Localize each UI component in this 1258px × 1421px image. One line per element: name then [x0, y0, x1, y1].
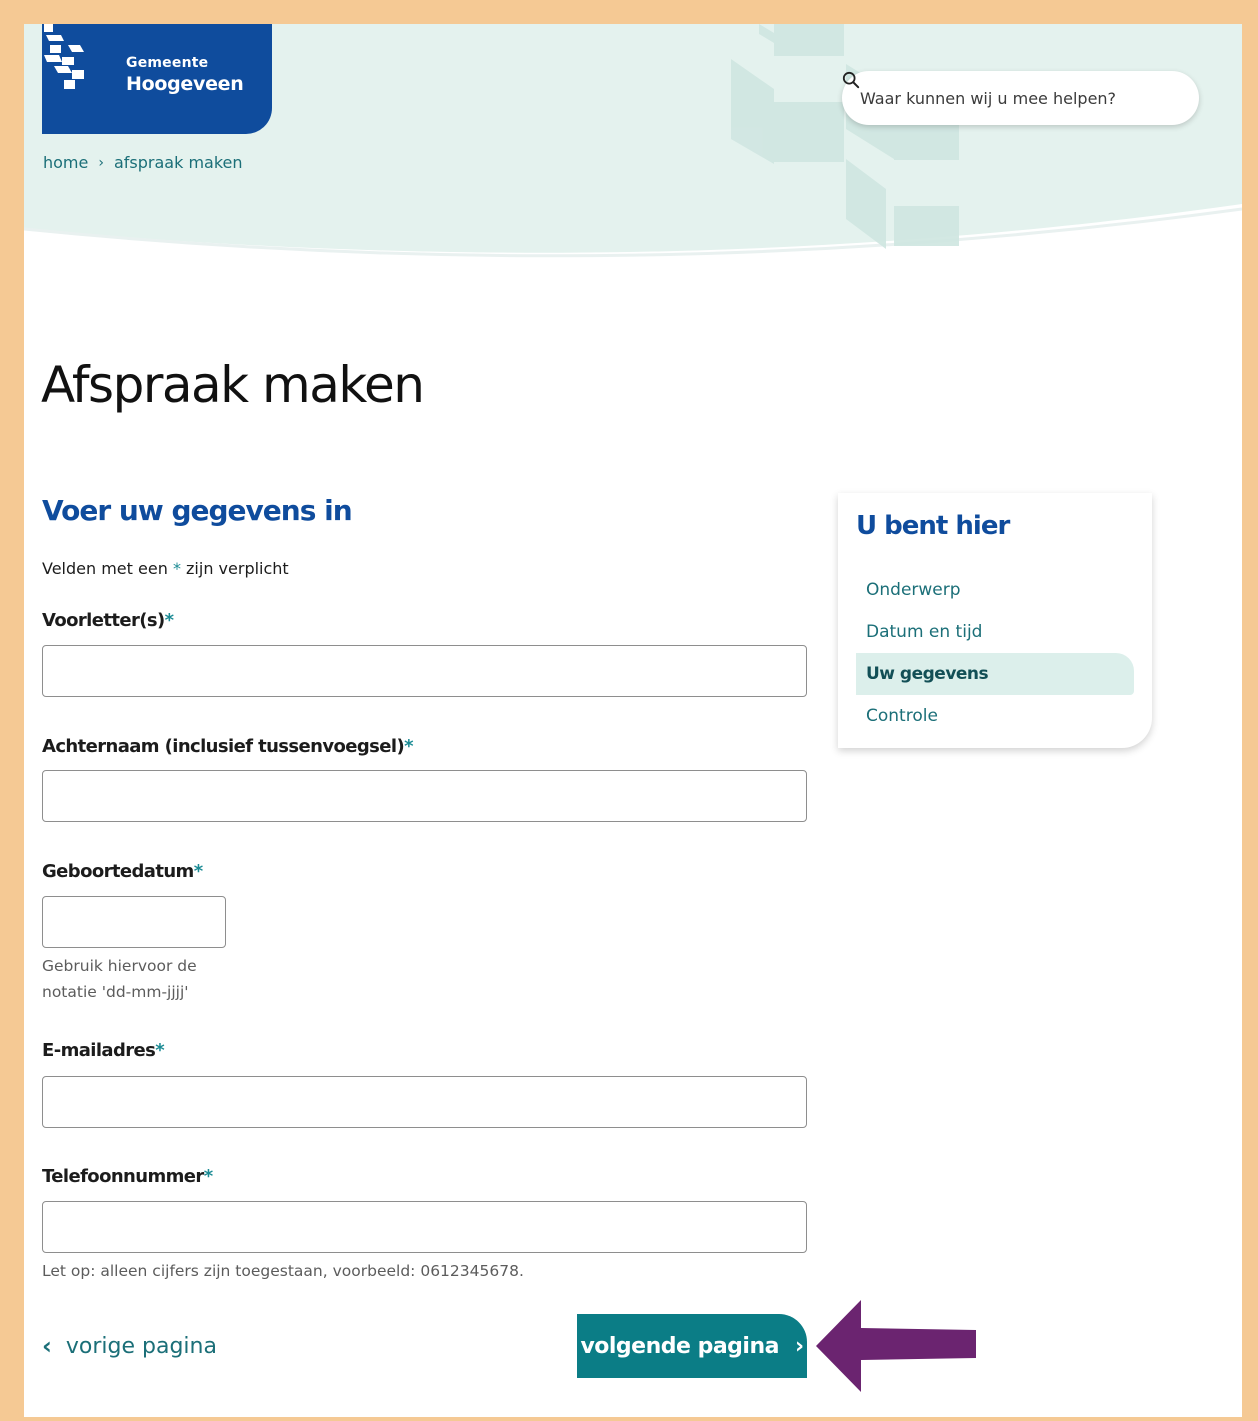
chevron-right-icon: ›: [794, 1333, 804, 1359]
phone-label-text: Telefoonnummer: [42, 1166, 204, 1187]
chevron-left-icon: ‹: [42, 1332, 52, 1360]
brand-line-1: Gemeente: [126, 55, 209, 71]
email-label-text: E-mailadres: [42, 1040, 156, 1061]
previous-page-label: vorige pagina: [65, 1333, 217, 1359]
next-page-button[interactable]: volgende pagina ›: [577, 1314, 807, 1378]
surname-label: Achternaam (inclusief tussenvoegsel)*: [42, 736, 413, 757]
search-placeholder: Waar kunnen wij u mee helpen?: [860, 88, 1117, 108]
previous-page-link[interactable]: ‹ vorige pagina: [42, 1332, 217, 1360]
surname-field[interactable]: [42, 770, 807, 822]
initials-label: Voorletter(s)*: [42, 610, 174, 631]
search-input[interactable]: Waar kunnen wij u mee helpen?: [842, 71, 1199, 125]
page-title: Afspraak maken: [41, 356, 425, 414]
search-icon: [842, 71, 860, 89]
surname-label-text: Achternaam (inclusief tussenvoegsel): [42, 736, 405, 757]
phone-required-star: *: [203, 1166, 213, 1187]
breadcrumb-home[interactable]: home: [43, 153, 88, 172]
phone-field[interactable]: [42, 1201, 807, 1253]
required-note: Velden met een * zijn verplicht: [42, 559, 289, 578]
required-note-suffix: zijn verplicht: [186, 559, 289, 578]
email-field[interactable]: [42, 1076, 807, 1128]
email-label: E-mailadres*: [42, 1040, 165, 1061]
step-controle: Controle: [866, 706, 938, 726]
surname-required-star: *: [404, 736, 413, 757]
page: Gemeente Hoogeveen Waar kunnen wij u mee…: [24, 24, 1242, 1417]
email-required-star: *: [155, 1040, 165, 1061]
birthdate-field[interactable]: [42, 896, 226, 948]
initials-required-star: *: [164, 610, 174, 631]
breadcrumb: home › afspraak maken: [43, 153, 243, 172]
required-note-prefix: Velden met een: [42, 559, 168, 578]
birthdate-hint-line-2: notatie 'dd-mm-jjjj': [42, 983, 189, 1001]
hoogeveen-logo-icon: [44, 24, 84, 89]
birthdate-label: Geboortedatum*: [42, 861, 203, 882]
step-datum-en-tijd[interactable]: Datum en tijd: [856, 611, 1134, 653]
site-logo[interactable]: Gemeente Hoogeveen: [42, 24, 272, 134]
required-star: *: [172, 559, 181, 578]
birthdate-hint-line-1: Gebruik hiervoor de: [42, 957, 197, 975]
progress-panel-title: U bent hier: [856, 511, 1010, 541]
next-page-label: volgende pagina: [580, 1333, 779, 1359]
breadcrumb-current[interactable]: afspraak maken: [114, 153, 243, 172]
phone-label: Telefoonnummer*: [42, 1166, 213, 1187]
breadcrumb-separator-icon: ›: [98, 154, 104, 171]
step-uw-gegevens: Uw gegevens: [856, 653, 1134, 695]
initials-field[interactable]: [42, 645, 807, 697]
section-title: Voer uw gegevens in: [42, 494, 353, 527]
progress-panel: U bent hier Onderwerp Datum en tijd Uw g…: [838, 493, 1152, 748]
arrow-left-icon: [816, 1300, 976, 1392]
step-onderwerp[interactable]: Onderwerp: [856, 569, 1134, 611]
header-banner: Gemeente Hoogeveen Waar kunnen wij u mee…: [24, 24, 1242, 304]
birthdate-label-text: Geboortedatum: [42, 861, 194, 882]
brand-line-2: Hoogeveen: [126, 73, 244, 95]
initials-label-text: Voorletter(s): [42, 610, 165, 631]
birthdate-hint: Gebruik hiervoor de notatie 'dd-mm-jjjj': [42, 953, 197, 1005]
phone-hint: Let op: alleen cijfers zijn toegestaan, …: [42, 1262, 524, 1280]
birthdate-required-star: *: [193, 861, 203, 882]
